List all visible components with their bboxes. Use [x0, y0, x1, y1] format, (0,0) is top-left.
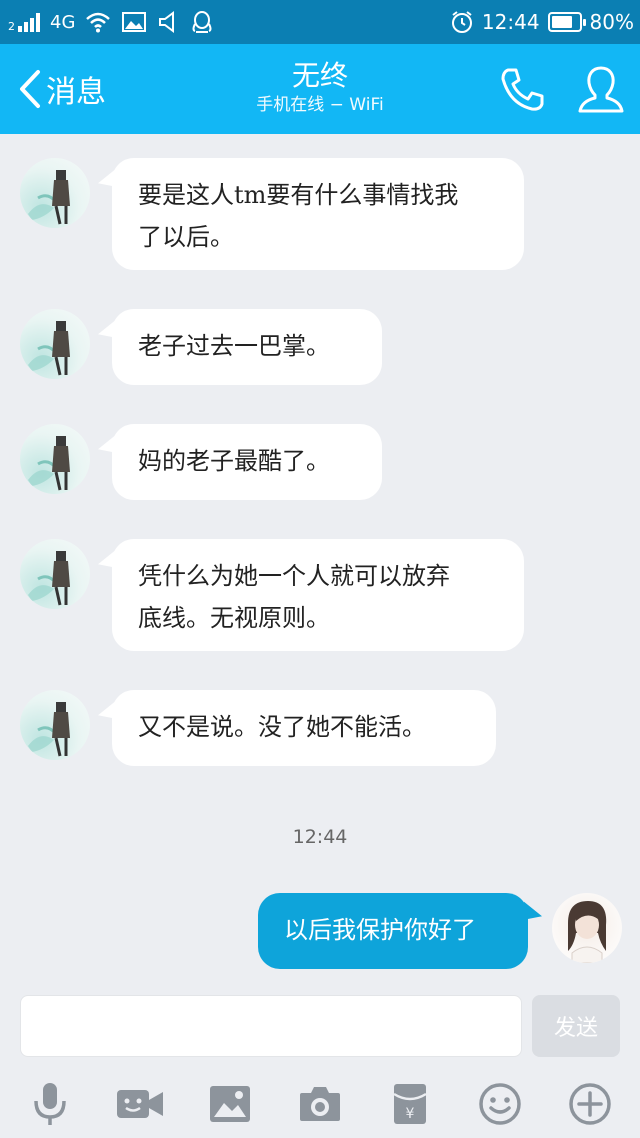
back-label: 消息	[46, 75, 106, 110]
sim-slot-number: 2	[8, 20, 15, 33]
contact-avatar[interactable]	[20, 158, 90, 228]
signal-icon: 2	[8, 12, 40, 32]
chat-title-block[interactable]: 无终 手机在线 − WiFi	[170, 58, 470, 116]
message-bubble-incoming[interactable]: 老子过去一巴掌。	[112, 309, 382, 385]
message-line: 底线。无视原则。	[138, 604, 330, 632]
image-icon	[210, 1086, 250, 1122]
send-button[interactable]: 发送	[532, 995, 620, 1057]
contact-name: 无终	[291, 59, 348, 92]
message-line: 妈的老子最酷了。	[138, 447, 330, 475]
red-packet-button[interactable]: ¥	[384, 1078, 436, 1130]
contact-avatar[interactable]	[20, 539, 90, 609]
status-time: 12:44	[481, 10, 540, 34]
message-line: 老子过去一巴掌。	[138, 332, 330, 360]
more-button[interactable]	[564, 1078, 616, 1130]
avatar-figure-icon	[28, 170, 70, 225]
image-button[interactable]	[204, 1078, 256, 1130]
avatar-figure-icon	[28, 321, 70, 376]
contact-avatar[interactable]	[20, 309, 90, 379]
video-icon	[117, 1090, 163, 1118]
wifi-icon	[86, 12, 111, 33]
emoji-button[interactable]	[474, 1078, 526, 1130]
message-bubble-incoming[interactable]: 要是这人tm要有什么事情找我 了以后。	[112, 158, 524, 270]
message-row: 凭什么为她一个人就可以放弃 底线。无视原则。	[0, 539, 640, 651]
message-row: 老子过去一巴掌。	[0, 309, 640, 385]
message-row: 又不是说。没了她不能活。	[0, 690, 640, 766]
chat-toolbar: ¥	[0, 1070, 640, 1138]
message-row: 要是这人tm要有什么事情找我 了以后。	[0, 158, 640, 270]
chat-header: 消息 无终 手机在线 − WiFi	[0, 44, 640, 134]
alarm-icon	[451, 11, 472, 33]
battery-icon	[547, 12, 586, 32]
back-button[interactable]: 消息	[18, 68, 106, 110]
message-line: 了以后。	[138, 223, 234, 251]
message-line: 以后我保护你好了	[284, 916, 476, 944]
contact-avatar[interactable]	[20, 690, 90, 760]
network-type: 4G	[50, 11, 76, 33]
camera-icon	[300, 1087, 340, 1121]
red-packet-icon: ¥	[393, 1084, 427, 1124]
video-button[interactable]	[114, 1078, 166, 1130]
message-row: 妈的老子最酷了。	[0, 424, 640, 500]
message-timestamp: 12:44	[292, 826, 348, 848]
profile-icon[interactable]	[576, 64, 626, 116]
phone-icon[interactable]	[498, 66, 546, 114]
my-avatar[interactable]	[552, 893, 622, 963]
camera-button[interactable]	[294, 1078, 346, 1130]
emoji-icon	[479, 1083, 521, 1125]
message-bubble-incoming[interactable]: 又不是说。没了她不能活。	[112, 690, 496, 766]
speaker-icon	[159, 11, 175, 33]
battery-percent: 80%	[589, 10, 634, 34]
message-bubble-incoming[interactable]: 妈的老子最酷了。	[112, 424, 382, 500]
message-bubble-outgoing[interactable]: 以后我保护你好了	[258, 893, 528, 969]
avatar-figure-icon	[28, 436, 70, 491]
back-chevron-icon	[20, 70, 40, 108]
qq-penguin-icon	[192, 11, 212, 33]
message-bubble-incoming[interactable]: 凭什么为她一个人就可以放弃 底线。无视原则。	[112, 539, 524, 651]
battery-fill	[551, 16, 573, 28]
composer: 发送	[0, 985, 640, 1067]
message-row: 以后我保护你好了	[0, 893, 640, 969]
avatar-girl-icon	[568, 901, 607, 963]
image-notification-icon	[122, 12, 147, 32]
status-bar: 2 4G 12:44 80%	[0, 0, 640, 44]
message-line: 凭什么为她一个人就可以放弃	[138, 562, 450, 590]
microphone-icon	[34, 1083, 66, 1125]
avatar-figure-icon	[28, 551, 70, 606]
avatar-figure-icon	[28, 702, 70, 757]
voice-button[interactable]	[24, 1078, 76, 1130]
contact-status: 手机在线 − WiFi	[256, 95, 384, 115]
message-input[interactable]	[20, 995, 522, 1057]
svg-text:¥: ¥	[406, 1106, 415, 1122]
contact-avatar[interactable]	[20, 424, 90, 494]
message-line: 要是这人tm要有什么事情找我	[138, 181, 459, 209]
plus-icon	[569, 1083, 611, 1125]
message-line: 又不是说。没了她不能活。	[138, 713, 426, 741]
